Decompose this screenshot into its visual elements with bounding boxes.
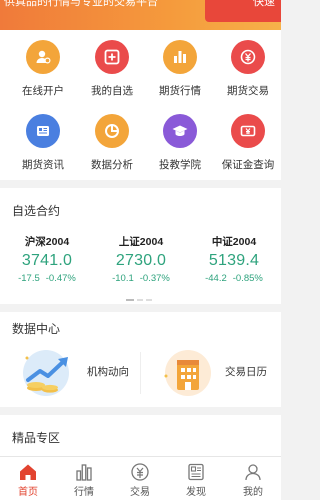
- premium-card: 精品专区: [0, 415, 281, 456]
- graduation-cap-icon: [163, 114, 197, 148]
- grid-label: 保证金查询: [221, 159, 275, 171]
- section-title-premium: 精品专区: [12, 431, 61, 445]
- tab-label: 我的: [243, 487, 263, 498]
- grid-label: 期货资讯: [22, 159, 64, 171]
- banner-text: 供真品的行情与专业的交易平台: [4, 0, 158, 8]
- data-item-label: 机构动向: [87, 366, 129, 378]
- page-dot: [146, 298, 152, 301]
- quote-change-row: -10.1 -0.37%: [94, 273, 188, 284]
- quote-price: 3741.0: [21, 252, 73, 269]
- quote-name: 上证2004: [118, 236, 164, 248]
- yuan-circle-icon: [130, 462, 150, 482]
- quote-change: -17.5: [18, 273, 40, 284]
- yuan-coin-icon: [231, 40, 265, 74]
- quote-change: -10.1: [112, 273, 134, 284]
- quote-change: -44.2: [205, 273, 227, 284]
- grid-label: 期货行情: [159, 85, 201, 97]
- tab-discover[interactable]: 发现: [168, 457, 224, 500]
- tab-label: 行情: [74, 487, 94, 498]
- tab-label: 发现: [186, 487, 206, 498]
- banner-side-text: 快速: [253, 0, 275, 8]
- grid-item-open-account[interactable]: 在线开户: [8, 40, 78, 98]
- promo-banner[interactable]: 供真品的行情与专业的交易平台 快速: [0, 0, 281, 30]
- bar-chart-icon: [163, 40, 197, 74]
- user-plus-icon: [26, 40, 60, 74]
- quote-item[interactable]: 中证2004 5139.4 -44.2 -0.85%: [187, 234, 281, 284]
- quote-name: 沪深2004: [24, 236, 70, 248]
- quote-price: 5139.4: [208, 252, 260, 269]
- page-indicator: [126, 291, 155, 309]
- data-item-label: 交易日历: [225, 366, 267, 378]
- bottom-tab-bar: 首页 行情 交易 发现 我的: [0, 456, 281, 500]
- tab-label: 首页: [18, 487, 38, 498]
- news-card-icon: [26, 114, 60, 148]
- quote-price: 2730.0: [115, 252, 167, 269]
- quote-item[interactable]: 上证2004 2730.0 -10.1 -0.37%: [94, 234, 188, 284]
- discover-icon: [186, 462, 206, 482]
- divider: [140, 352, 141, 394]
- quote-change-row: -17.5 -0.47%: [0, 273, 94, 284]
- quote-name: 中证2004: [211, 236, 257, 248]
- section-title-data-center: 数据中心: [12, 322, 61, 336]
- function-grid: 在线开户 我的自选 期货行情 期货交易 期货资讯 数据分析 投教学院 保证金查询: [0, 30, 281, 180]
- user-icon: [243, 462, 263, 482]
- quote-change-pct: -0.47%: [45, 273, 76, 284]
- bar-chart-icon: [74, 462, 94, 482]
- grid-item-futures-news[interactable]: 期货资讯: [8, 114, 78, 172]
- data-item-trading-calendar[interactable]: 交易日历: [150, 342, 275, 400]
- tab-label: 交易: [130, 487, 150, 498]
- grid-label: 数据分析: [91, 159, 133, 171]
- tab-mine[interactable]: 我的: [225, 457, 281, 500]
- quote-item[interactable]: 沪深2004 3741.0 -17.5 -0.47%: [0, 234, 94, 284]
- yuan-ticket-icon: [231, 114, 265, 148]
- watchlist-card: 自选合约 沪深2004 3741.0 -17.5 -0.47% 上证2004 27…: [0, 188, 281, 304]
- banner-side-tile[interactable]: 快速: [205, 0, 281, 22]
- data-item-institution-trends[interactable]: 机构动向: [12, 342, 137, 400]
- grid-label: 在线开户: [22, 85, 64, 97]
- data-center-card: 数据中心 机构动向 交易日历: [0, 312, 281, 407]
- grid-item-margin-query[interactable]: 保证金查询: [213, 114, 283, 172]
- grid-label: 我的自选: [91, 85, 133, 97]
- grid-item-my-watchlist[interactable]: 我的自选: [77, 40, 147, 98]
- calendar-building-icon: [158, 346, 216, 398]
- grid-label: 投教学院: [159, 159, 201, 171]
- grid-label: 期货交易: [227, 85, 269, 97]
- plus-square-icon: [95, 40, 129, 74]
- grid-item-futures-trading[interactable]: 期货交易: [213, 40, 283, 98]
- page-dot: [137, 298, 143, 301]
- grid-item-futures-quotes[interactable]: 期货行情: [145, 40, 215, 98]
- tab-quotes[interactable]: 行情: [56, 457, 112, 500]
- grid-item-data-analysis[interactable]: 数据分析: [77, 114, 147, 172]
- page-dot-active: [126, 298, 134, 301]
- tab-trade[interactable]: 交易: [112, 457, 168, 500]
- quote-change-pct: -0.85%: [232, 273, 263, 284]
- pie-chart-icon: [95, 114, 129, 148]
- quote-change-row: -44.2 -0.85%: [187, 273, 281, 284]
- trend-up-coins-icon: [20, 346, 78, 398]
- grid-item-investor-academy[interactable]: 投教学院: [145, 114, 215, 172]
- quote-change-pct: -0.37%: [139, 273, 170, 284]
- home-icon: [18, 462, 38, 482]
- tab-home[interactable]: 首页: [0, 457, 56, 500]
- section-title-watchlist: 自选合约: [12, 204, 61, 218]
